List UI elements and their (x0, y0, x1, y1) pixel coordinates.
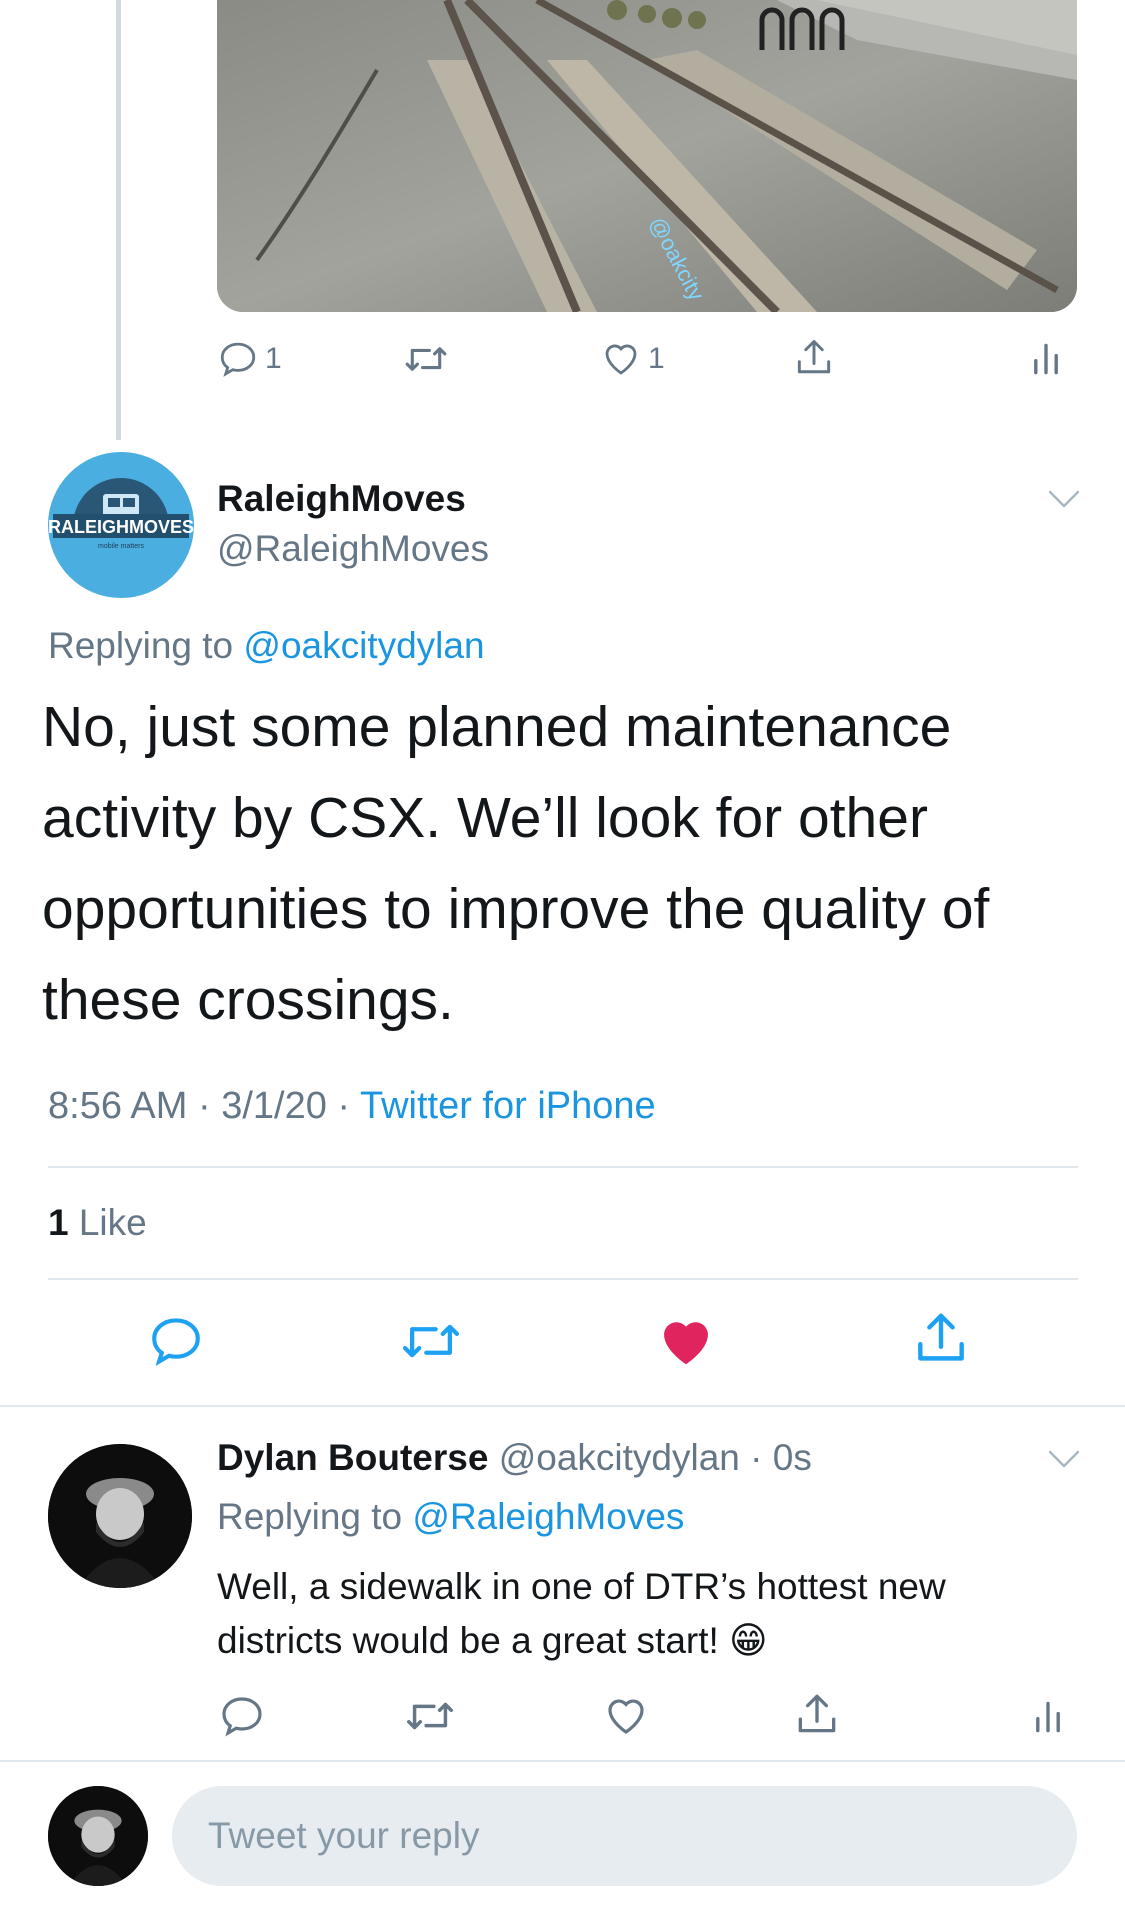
replying-to-label: Replying to (217, 1496, 413, 1537)
retweet-icon (405, 347, 447, 371)
share-icon[interactable] (910, 1308, 972, 1370)
tweet-time: 8:56 AM (48, 1085, 188, 1127)
reply-text: Well, a sidewalk in one of DTR’s hottest… (217, 1566, 946, 1661)
analytics-icon[interactable] (1031, 1694, 1065, 1740)
analytics-button[interactable] (1029, 338, 1063, 380)
meta-separator: · (326, 1085, 360, 1127)
share-icon (797, 340, 831, 374)
divider (48, 1166, 1078, 1168)
chevron-down-icon[interactable] (1044, 484, 1084, 514)
reply-replying-to-line: Replying to @RaleighMoves (217, 1496, 684, 1538)
tweet-meta: 8:56 AM · 3/1/20 · Twitter for iPhone (48, 1085, 656, 1128)
top-tweet-actions: 1 1 (217, 338, 1077, 388)
analytics-icon (1034, 343, 1058, 375)
reply-count: 1 (265, 342, 282, 375)
author-handle[interactable]: @RaleighMoves (217, 528, 489, 570)
avatar-logo-subtext: mobile matters (98, 543, 144, 550)
replying-to-line: Replying to @oakcitydylan (48, 625, 485, 667)
reply-author-handle[interactable]: @oakcitydylan (499, 1437, 740, 1478)
likes-summary[interactable]: 1 Like (48, 1202, 147, 1244)
heart-outline-icon (605, 344, 637, 375)
replying-to-label: Replying to (48, 625, 244, 666)
reply-input[interactable] (172, 1786, 1077, 1886)
thread-line (116, 0, 121, 440)
tweet-text: No, just some planned maintenance activi… (42, 695, 990, 1032)
avatar-logo-text: RALEIGHMOVES (48, 517, 194, 537)
replying-to-handle[interactable]: @oakcitydylan (243, 625, 484, 666)
divider (0, 1405, 1125, 1407)
heart-filled-icon[interactable] (655, 1310, 717, 1372)
likes-count: 1 (48, 1202, 69, 1243)
chevron-down-icon[interactable] (1044, 1444, 1084, 1474)
reply-icon[interactable] (147, 1312, 205, 1370)
tweet-source[interactable]: Twitter for iPhone (360, 1085, 656, 1127)
tweet-photo[interactable]: @oakcity (217, 0, 1077, 312)
reply-header: Dylan Bouterse @oakcitydylan · 0s (217, 1437, 812, 1479)
divider (0, 1760, 1125, 1762)
composer-avatar (48, 1786, 148, 1886)
reply-icon[interactable] (218, 1692, 266, 1740)
share-button[interactable] (792, 336, 836, 380)
tweet-date: 3/1/20 (221, 1085, 327, 1127)
retweet-icon[interactable] (398, 1312, 464, 1370)
reply-author-name[interactable]: Dylan Bouterse (217, 1437, 488, 1478)
reply-button[interactable]: 1 (217, 338, 282, 380)
divider (48, 1278, 1078, 1280)
replying-to-handle[interactable]: @RaleighMoves (412, 1496, 684, 1537)
heart-outline-icon[interactable] (602, 1692, 650, 1740)
main-tweet-avatar[interactable]: RALEIGHMOVES mobile matters (48, 452, 194, 598)
meta-separator: · (187, 1085, 222, 1127)
retweet-button[interactable] (402, 338, 450, 380)
retweet-icon[interactable] (403, 1692, 457, 1740)
share-icon[interactable] (792, 1690, 842, 1740)
reply-avatar[interactable] (48, 1444, 192, 1588)
reply-icon (220, 342, 256, 377)
author-name[interactable]: RaleighMoves (217, 478, 466, 520)
like-count: 1 (648, 342, 665, 375)
like-button[interactable]: 1 (600, 338, 665, 380)
likes-label: Like (68, 1202, 147, 1243)
reply-time: · 0s (739, 1437, 812, 1478)
